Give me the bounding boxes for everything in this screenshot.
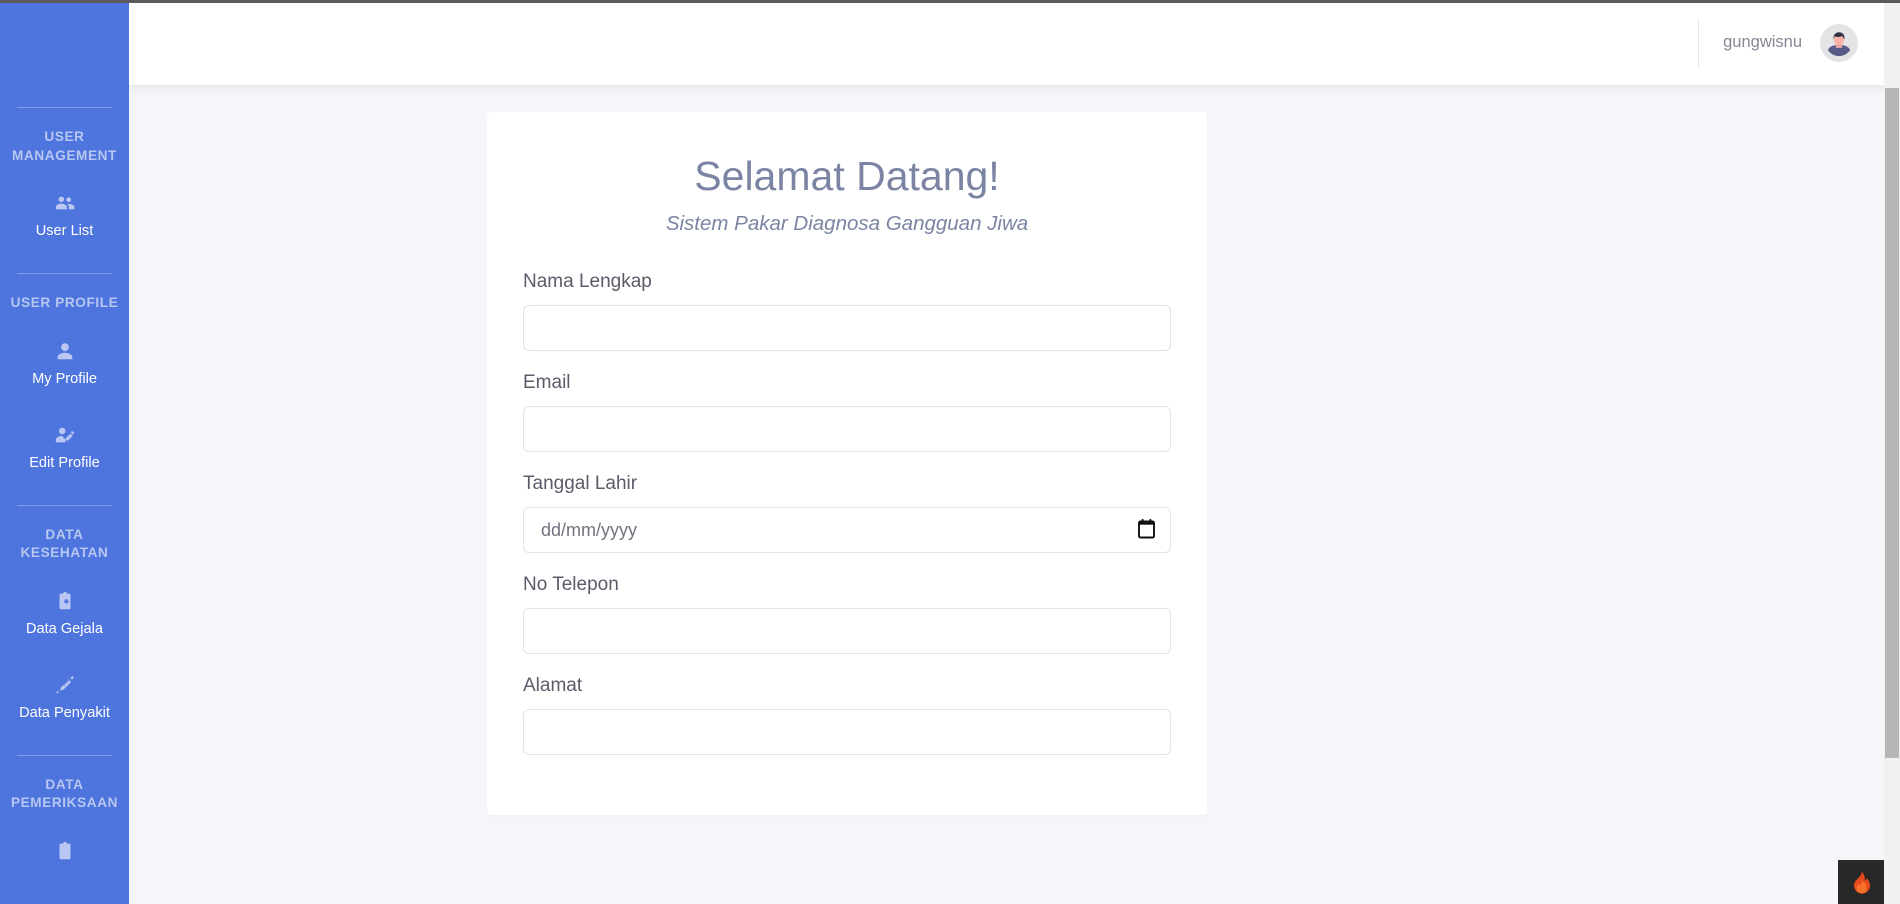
field-label: Tanggal Lahir bbox=[523, 473, 638, 494]
nama-lengkap-input[interactable] bbox=[523, 305, 1171, 351]
page-title: Selamat Datang! bbox=[694, 153, 1000, 199]
sidebar-item-label: User List bbox=[35, 223, 94, 239]
sidebar-item-data-gejala[interactable]: Data Gejala bbox=[0, 590, 129, 638]
sidebar-item-edit-profile[interactable]: Edit Profile bbox=[0, 424, 129, 472]
tanggal-lahir-input[interactable] bbox=[523, 507, 1171, 553]
no-telepon-input[interactable] bbox=[523, 608, 1171, 654]
page-scrollbar[interactable] bbox=[1884, 3, 1900, 904]
sidebar-heading-user-profile: USER PROFILE bbox=[10, 295, 119, 310]
alamat-input[interactable] bbox=[523, 709, 1171, 755]
field-email: Email bbox=[523, 371, 1171, 452]
sidebar-item-data-penyakit[interactable]: Data Penyakit bbox=[0, 674, 129, 722]
email-input[interactable] bbox=[523, 406, 1171, 452]
field-tanggal-lahir: Tanggal Lahir dd/mm/yyyy bbox=[523, 472, 1171, 553]
field-label: Nama Lengkap bbox=[523, 271, 652, 292]
page-subtitle: Sistem Pakar Diagnosa Gangguan Jiwa bbox=[665, 212, 1029, 235]
debug-flame-widget[interactable] bbox=[1838, 860, 1884, 904]
sidebar-item-label: Edit Profile bbox=[29, 454, 100, 471]
app-root: USER MANAGEMENT User List USER PROFILE M… bbox=[0, 0, 1900, 904]
syringe-icon bbox=[54, 674, 76, 696]
sidebar-heading-data-pemeriksaan: DATA PEMERIKSAAN bbox=[10, 776, 119, 811]
main-region: gungwisnu Selamat Datang! Sistem Pakar D… bbox=[129, 0, 1900, 904]
date-input-wrapper: dd/mm/yyyy bbox=[523, 507, 1171, 553]
field-label: Email bbox=[523, 372, 571, 393]
sidebar-heading-data-kesehatan: DATA KESEHATAN bbox=[20, 526, 109, 561]
user-name-label: gungwisnu bbox=[1723, 33, 1802, 51]
clipboard-medical-icon bbox=[54, 590, 76, 612]
user-menu[interactable]: gungwisnu bbox=[1698, 17, 1858, 68]
sidebar-item-label: Data Gejala bbox=[25, 620, 104, 637]
field-label: Alamat bbox=[523, 675, 583, 696]
sidebar: USER MANAGEMENT User List USER PROFILE M… bbox=[0, 0, 129, 904]
clipboard-icon bbox=[54, 840, 76, 862]
user-edit-icon bbox=[54, 424, 76, 446]
sidebar-heading-user-management: USER MANAGEMENT bbox=[12, 129, 117, 163]
sidebar-item-label: Data Penyakit bbox=[19, 704, 110, 721]
welcome-form-card: Selamat Datang! Sistem Pakar Diagnosa Ga… bbox=[487, 112, 1207, 815]
field-label: No Telepon bbox=[523, 574, 619, 595]
user-icon bbox=[54, 340, 76, 362]
sidebar-item-label: My Profile bbox=[32, 370, 97, 387]
sidebar-item-user-list[interactable]: User List bbox=[0, 192, 129, 240]
sidebar-item-my-profile[interactable]: My Profile bbox=[0, 340, 129, 388]
field-nama-lengkap: Nama Lengkap bbox=[523, 270, 1171, 351]
sidebar-item-partial[interactable] bbox=[0, 840, 129, 862]
content-area: Selamat Datang! Sistem Pakar Diagnosa Ga… bbox=[129, 85, 1900, 904]
scrollbar-thumb[interactable] bbox=[1885, 88, 1899, 758]
users-group-icon bbox=[54, 192, 76, 214]
window-top-strip bbox=[0, 0, 1900, 3]
field-no-telepon: No Telepon bbox=[523, 573, 1171, 654]
field-alamat: Alamat bbox=[523, 674, 1171, 755]
avatar bbox=[1820, 23, 1858, 62]
topbar: gungwisnu bbox=[129, 0, 1900, 85]
